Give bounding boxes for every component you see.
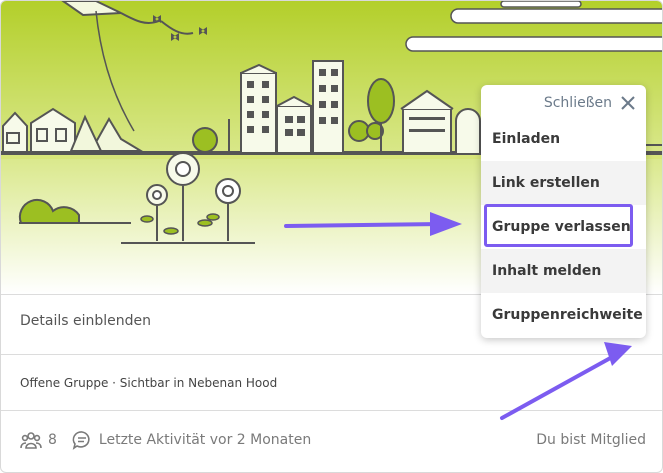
arrow-to-menu: [500, 354, 616, 420]
arrow-to-leave-group: [284, 222, 444, 228]
arrow-head: [604, 342, 632, 366]
arrow-head: [430, 212, 462, 236]
annotation-arrows: [284, 212, 632, 420]
